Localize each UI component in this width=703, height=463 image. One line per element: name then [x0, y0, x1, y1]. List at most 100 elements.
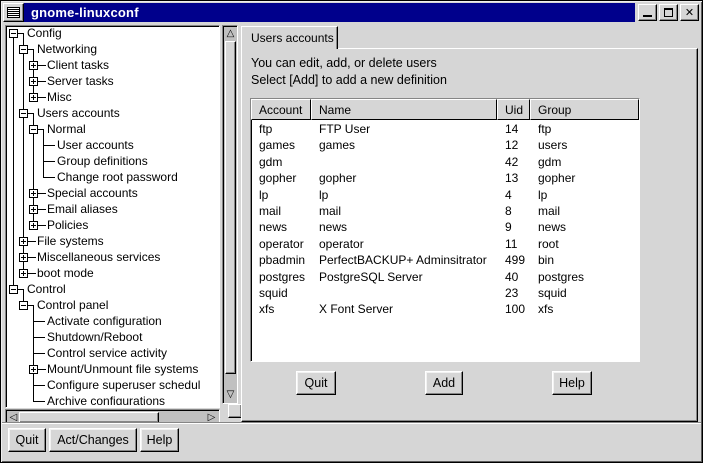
- expand-expander-icon[interactable]: [29, 189, 38, 198]
- table-row[interactable]: gamesgames12users: [252, 137, 638, 153]
- cell-group: gopher: [531, 170, 638, 186]
- cell-name: news: [312, 219, 498, 235]
- maximize-button[interactable]: [659, 4, 678, 21]
- tree-item-archive-configurations[interactable]: Archive configurations: [47, 393, 165, 405]
- tree-item-server-tasks[interactable]: Server tasks: [47, 73, 114, 89]
- table-row[interactable]: ftpFTP User14ftp: [252, 121, 638, 137]
- expand-expander-icon[interactable]: [29, 77, 38, 86]
- window-menu-icon: [7, 7, 20, 18]
- tree-item-group-definitions[interactable]: Group definitions: [57, 153, 148, 169]
- tree-item-control-service-activity[interactable]: Control service activity: [47, 345, 167, 361]
- tree-item-normal[interactable]: Normal: [47, 121, 86, 137]
- collapse-expander-icon[interactable]: [19, 45, 28, 54]
- close-button[interactable]: ✕: [680, 4, 699, 21]
- cell-account: mail: [252, 203, 312, 219]
- collapse-expander-icon[interactable]: [19, 301, 28, 310]
- column-header-group[interactable]: Group: [530, 99, 639, 120]
- table-row[interactable]: mailmail8mail: [252, 203, 638, 219]
- tree-item-control[interactable]: Control: [27, 281, 66, 297]
- tree-item-file-systems[interactable]: File systems: [37, 233, 104, 249]
- user-table: Account Name Uid Group ftpFTP User14ftpg…: [250, 98, 640, 362]
- cell-uid: 499: [498, 252, 531, 268]
- tree-item-activate-configuration[interactable]: Activate configuration: [47, 313, 162, 329]
- cell-uid: 8: [498, 203, 531, 219]
- tree-vertical-scrollbar[interactable]: △ ▽: [222, 25, 238, 404]
- tree-item-shutdown-reboot[interactable]: Shutdown/Reboot: [47, 329, 142, 345]
- column-header-uid[interactable]: Uid: [497, 99, 530, 120]
- table-row[interactable]: postgresPostgreSQL Server40postgres: [252, 269, 638, 285]
- collapse-expander-icon[interactable]: [9, 285, 18, 294]
- expand-expander-icon[interactable]: [19, 253, 28, 262]
- cell-name: games: [312, 137, 498, 153]
- vertical-scrollbar-thumb[interactable]: [225, 41, 236, 374]
- bottom-quit-button[interactable]: Quit: [8, 428, 46, 452]
- cell-group: lp: [531, 187, 638, 203]
- collapse-expander-icon[interactable]: [19, 109, 28, 118]
- bottom-act-changes-button[interactable]: Act/Changes: [49, 428, 137, 452]
- cell-group: bin: [531, 252, 638, 268]
- tree-connector-line: [43, 161, 55, 162]
- table-row[interactable]: pbadminPerfectBACKUP+ Adminsitrator499bi…: [252, 252, 638, 268]
- tree-connector-line: [38, 65, 46, 66]
- cell-uid: 14: [498, 121, 531, 137]
- tree-item-email-aliases[interactable]: Email aliases: [47, 201, 118, 217]
- expand-expander-icon[interactable]: [29, 93, 38, 102]
- tree-connector-line: [33, 353, 45, 354]
- cell-name: operator: [312, 236, 498, 252]
- quit-button[interactable]: Quit: [296, 371, 336, 395]
- cell-account: gopher: [252, 170, 312, 186]
- tree-item-users-accounts[interactable]: Users accounts: [37, 105, 120, 121]
- expand-expander-icon[interactable]: [29, 61, 38, 70]
- close-icon: ✕: [685, 7, 694, 18]
- tree-item-networking[interactable]: Networking: [37, 41, 97, 57]
- tree-item-special-accounts[interactable]: Special accounts: [47, 185, 138, 201]
- tree-item-policies[interactable]: Policies: [47, 217, 88, 233]
- expand-expander-icon[interactable]: [19, 269, 28, 278]
- notebook: Users accounts You can edit, add, or del…: [241, 25, 698, 422]
- cell-group: xfs: [531, 301, 638, 317]
- cell-group: root: [531, 236, 638, 252]
- tree-item-boot-mode[interactable]: boot mode: [37, 265, 94, 281]
- tree-item-config[interactable]: Config: [27, 28, 62, 41]
- paned-resize-handle[interactable]: [228, 404, 242, 418]
- tree-item-misc[interactable]: Misc: [47, 89, 72, 105]
- table-row[interactable]: lplp4lp: [252, 187, 638, 203]
- table-row[interactable]: operatoroperator11root: [252, 236, 638, 252]
- expand-expander-icon[interactable]: [29, 365, 38, 374]
- scroll-up-arrow-icon[interactable]: △: [225, 28, 236, 40]
- table-row[interactable]: newsnews9news: [252, 219, 638, 235]
- app-window: gnome-linuxconf ✕ ConfigNetworkingClient…: [0, 0, 703, 463]
- description-line-2: Select [Add] to add a new definition: [251, 73, 447, 87]
- tree-item-client-tasks[interactable]: Client tasks: [47, 57, 109, 73]
- description-line-1: You can edit, add, or delete users: [251, 56, 437, 70]
- tree-item-control-panel[interactable]: Control panel: [37, 297, 108, 313]
- cell-name: PerfectBACKUP+ Adminsitrator: [312, 252, 498, 268]
- table-row[interactable]: gdm42gdm: [252, 154, 638, 170]
- tree-item-mount-unmount-file-systems[interactable]: Mount/Unmount file systems: [47, 361, 198, 377]
- tree-item-change-root-password[interactable]: Change root password: [57, 169, 178, 185]
- cell-group: mail: [531, 203, 638, 219]
- expand-expander-icon[interactable]: [29, 205, 38, 214]
- tree-item-user-accounts[interactable]: User accounts: [57, 137, 134, 153]
- help-button[interactable]: Help: [552, 371, 592, 395]
- add-button[interactable]: Add: [425, 371, 463, 395]
- cell-group: gdm: [531, 154, 638, 170]
- tree-item-configure-superuser-schedul[interactable]: Configure superuser schedul: [47, 377, 200, 393]
- expand-expander-icon[interactable]: [29, 221, 38, 230]
- column-header-name[interactable]: Name: [311, 99, 497, 120]
- collapse-expander-icon[interactable]: [29, 125, 38, 134]
- table-row[interactable]: xfsX Font Server100xfs: [252, 301, 638, 317]
- table-row[interactable]: gophergopher13gopher: [252, 170, 638, 186]
- tree-connector-line: [38, 225, 46, 226]
- minimize-button[interactable]: [638, 4, 657, 21]
- collapse-expander-icon[interactable]: [9, 29, 18, 38]
- bottom-help-button[interactable]: Help: [140, 428, 179, 452]
- column-header-account[interactable]: Account: [251, 99, 311, 120]
- tree-item-miscellaneous-services[interactable]: Miscellaneous services: [37, 249, 160, 265]
- table-row[interactable]: squid23squid: [252, 285, 638, 301]
- tab-users-accounts[interactable]: Users accounts: [241, 26, 338, 49]
- window-menu-button[interactable]: [3, 3, 24, 22]
- expand-expander-icon[interactable]: [19, 237, 28, 246]
- scroll-down-arrow-icon[interactable]: ▽: [225, 389, 236, 401]
- config-tree: ConfigNetworkingClient tasksServer tasks…: [8, 28, 217, 405]
